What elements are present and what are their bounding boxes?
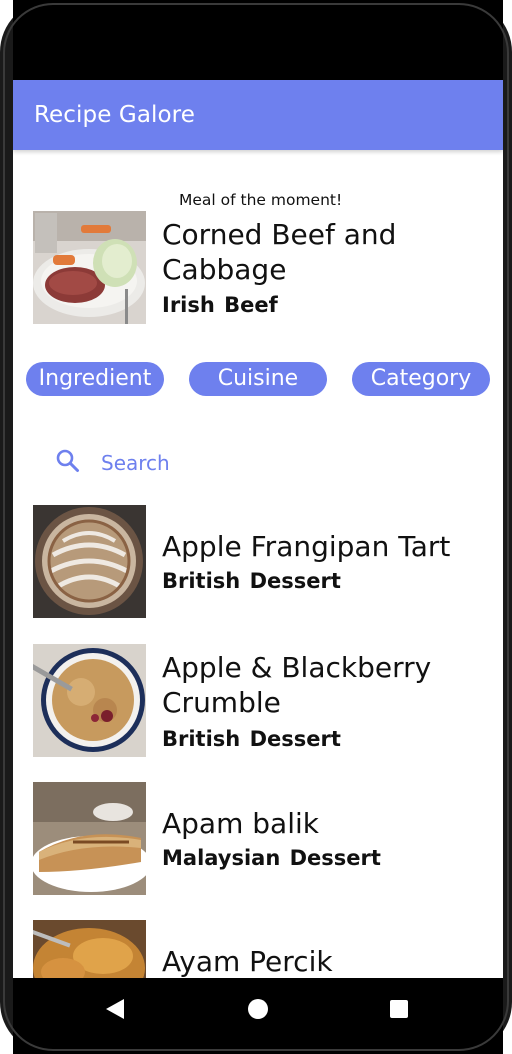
search-icon: [55, 448, 81, 474]
recipe-name: Apple & Blackberry Crumble: [162, 651, 432, 719]
content[interactable]: Meal of the moment! Corned Beef and Cabb…: [13, 150, 503, 978]
recipe-category: Dessert: [289, 846, 381, 870]
recipe-name: Ayam Percik: [162, 945, 333, 978]
home-circle-icon[interactable]: [245, 996, 271, 1022]
recipe-image: [33, 644, 146, 757]
recipe-name: Apam balik: [162, 807, 319, 840]
featured-recipe-area: Irish: [162, 293, 215, 317]
status-bar: [13, 0, 503, 80]
recipe-list-item[interactable]: Apple Frangipan Tart British Dessert: [33, 505, 493, 619]
featured-recipe-image: [33, 211, 146, 324]
recipe-meta: Malaysian Dessert: [162, 846, 381, 870]
recipe-meta: British Dessert: [162, 727, 341, 751]
recipe-category: Dessert: [249, 727, 341, 751]
recipe-name: Apple Frangipan Tart: [162, 530, 451, 563]
recipe-list-item[interactable]: Ayam Percik: [33, 920, 493, 978]
recipe-area: Malaysian: [162, 846, 281, 870]
back-triangle-icon[interactable]: [102, 996, 128, 1022]
recipe-list-item[interactable]: Apam balik Malaysian Dessert: [33, 782, 493, 896]
filter-cuisine-button[interactable]: Cuisine: [189, 362, 327, 396]
recipe-area: British: [162, 569, 241, 593]
recipe-image: [33, 505, 146, 618]
app-title: Recipe Galore: [34, 102, 195, 128]
recipe-image: [33, 782, 146, 895]
recents-square-icon[interactable]: [386, 996, 412, 1022]
featured-recipe-meta: Irish Beef: [162, 293, 278, 317]
featured-recipe-category: Beef: [224, 293, 278, 317]
filter-ingredient-button[interactable]: Ingredient: [26, 362, 164, 396]
app-bar: Recipe Galore: [13, 80, 503, 150]
recipe-meta: British Dessert: [162, 569, 341, 593]
featured-recipe-name: Corned Beef and Cabbage: [162, 218, 397, 286]
recipe-list-item[interactable]: Apple & Blackberry Crumble British Desse…: [33, 644, 493, 764]
recipe-image: [33, 920, 146, 978]
recipe-category: Dessert: [249, 569, 341, 593]
phone-frame: Recipe Galore Meal of the moment! Corned…: [0, 0, 512, 1054]
recipe-area: British: [162, 727, 241, 751]
navigation-bar: [13, 978, 503, 1040]
filter-category-button[interactable]: Category: [352, 362, 490, 396]
search-input[interactable]: [101, 446, 461, 480]
search-bar[interactable]: [53, 446, 473, 486]
meal-of-moment-label: Meal of the moment!: [179, 191, 343, 209]
featured-recipe[interactable]: Corned Beef and Cabbage Irish Beef: [33, 211, 493, 331]
screen: Recipe Galore Meal of the moment! Corned…: [13, 0, 503, 1054]
